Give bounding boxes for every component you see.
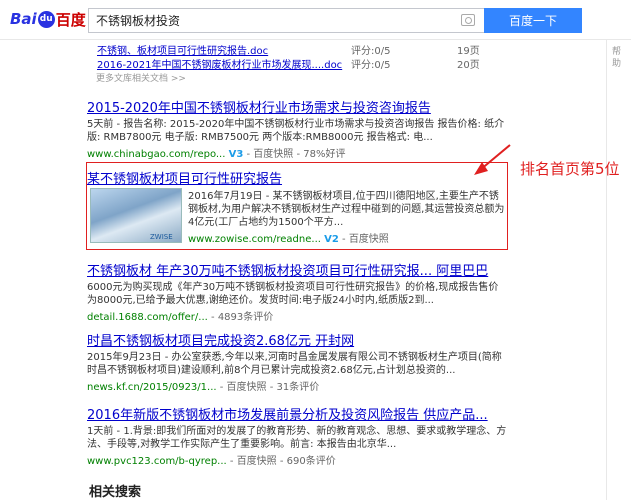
rank-annotation: 排名首页第5位: [520, 160, 620, 178]
separator: -: [279, 456, 284, 467]
result-url[interactable]: www.pvc123.com/b-qyrep...: [87, 456, 227, 467]
cache-link[interactable]: 百度快照: [237, 456, 277, 467]
result-url-line: detail.1688.com/offer/... - 4893条评价: [87, 308, 507, 323]
result-url[interactable]: detail.1688.com/offer/...: [87, 312, 208, 323]
camera-icon[interactable]: [461, 14, 475, 26]
result-url[interactable]: www.zowise.com/readne...: [188, 234, 321, 245]
separator: -: [342, 234, 346, 245]
result-title-link[interactable]: 不锈钢板材 年产30万吨不锈钢板材投资项目可行性研究报... 阿里巴巴: [87, 260, 507, 279]
separator: -: [296, 149, 301, 160]
result-title-link[interactable]: 2016年新版不锈钢板材市场发展前景分析及投资风险报告 供应产品...: [87, 404, 507, 423]
result-abstract: 2016年7月19日 - 某不锈钢板材项目,位于四川德阳地区,主要生产不锈钢板材…: [188, 191, 505, 228]
logo-text-bai: Bai: [10, 10, 37, 28]
annotation-arrow-icon: [474, 144, 511, 175]
search-button[interactable]: 百度一下: [484, 8, 582, 33]
doc-pages: 20页: [457, 60, 480, 71]
logo-paw-text: du: [39, 13, 53, 24]
result-abstract: 1天前 - 1.背景:即我们所面对的发展了的教育形势、新的教育观念、思想、要求或…: [87, 426, 507, 450]
rating-link[interactable]: 31条评价: [277, 382, 320, 393]
result-url-line: news.kf.cn/2015/0923/1... - 百度快照 - 31条评价: [87, 378, 507, 393]
thumbnail-watermark: ZWISE: [150, 233, 173, 241]
baidu-logo[interactable]: Bai du 百度: [10, 6, 86, 32]
doc-row: 不锈钢、板材项目可行性研究报告.doc 评分:0/5 19页: [89, 42, 509, 57]
result-abstract: 5天前 - 报告名称: 2015-2020年中国不锈钢板材行业市场需求与投资咨询…: [87, 119, 505, 143]
result-title-link[interactable]: 时昌不锈钢板材项目完成投资2.68亿元 开封网: [87, 330, 507, 349]
result-title-link[interactable]: 某不锈钢板材项目可行性研究报告: [87, 168, 507, 187]
rating-link[interactable]: 78%好评: [303, 149, 345, 160]
result-title-link[interactable]: 2015-2020年中国不锈钢板材行业市场需求与投资咨询报告: [87, 97, 507, 116]
result-url-line: www.chinabgao.com/repo... V3 - 百度快照 - 78…: [87, 145, 507, 160]
result-url[interactable]: news.kf.cn/2015/0923/1...: [87, 382, 217, 393]
doc-title-link[interactable]: 不锈钢、板材项目可行性研究报告.doc: [97, 42, 268, 57]
doc-score: 评分:0/5: [351, 46, 391, 57]
wenku-docs: 不锈钢、板材项目可行性研究报告.doc 评分:0/5 19页 2016-2021…: [89, 42, 509, 71]
separator: -: [211, 312, 215, 323]
cache-link[interactable]: 百度快照: [253, 149, 293, 160]
doc-title-link[interactable]: 2016-2021年中国不锈钢废板材行业市场发展现....doc: [97, 56, 342, 71]
rating-link[interactable]: 690条评价: [287, 456, 336, 467]
verified-badge: V2: [324, 234, 339, 245]
more-docs-link[interactable]: 更多文库相关文档 >>: [96, 71, 186, 84]
search-result-highlighted: 某不锈钢板材项目可行性研究报告: [87, 168, 507, 187]
verified-badge: V3: [228, 149, 244, 160]
separator: -: [219, 382, 224, 393]
search-result: 2016年新版不锈钢板材市场发展前景分析及投资风险报告 供应产品... 1天前 …: [87, 404, 507, 467]
result-url-line: www.zowise.com/readne... V2 - 百度快照: [188, 230, 506, 245]
rating-link[interactable]: 4893条评价: [218, 312, 273, 323]
help-link-2[interactable]: 助: [612, 56, 621, 69]
doc-pages: 19页: [457, 46, 480, 57]
separator: -: [269, 382, 274, 393]
search-result: 2015-2020年中国不锈钢板材行业市场需求与投资咨询报告 5天前 - 报告名…: [87, 97, 507, 160]
separator: -: [246, 149, 251, 160]
separator: -: [229, 456, 234, 467]
search-result: 不锈钢板材 年产30万吨不锈钢板材投资项目可行性研究报... 阿里巴巴 6000…: [87, 260, 507, 323]
cache-link[interactable]: 百度快照: [349, 234, 389, 245]
search-box: [88, 8, 484, 33]
related-searches-heading: 相关搜索: [89, 485, 142, 500]
cache-link[interactable]: 百度快照: [227, 382, 267, 393]
doc-row: 2016-2021年中国不锈钢废板材行业市场发展现....doc 评分:0/5 …: [89, 56, 509, 71]
result-url-line: www.pvc123.com/b-qyrep... - 百度快照 - 690条评…: [87, 452, 507, 467]
paw-icon: du: [37, 10, 55, 28]
result-abstract: 2015年9月23日 - 办公室获悉,今年以来,河南时昌金属发展有限公司不锈钢板…: [87, 352, 502, 376]
doc-score: 评分:0/5: [351, 60, 391, 71]
search-header: Bai du 百度 百度一下: [0, 0, 631, 40]
result-body: 2016年7月19日 - 某不锈钢板材项目,位于四川德阳地区,主要生产不锈钢板材…: [188, 188, 506, 245]
search-input[interactable]: [89, 9, 449, 32]
result-abstract: 6000元为购买现成《年产30万吨不锈钢板材投资项目可行性研究报告》的价格,现成…: [87, 282, 499, 306]
logo-text-du: 百度: [55, 10, 86, 29]
search-result: 时昌不锈钢板材项目完成投资2.68亿元 开封网 2015年9月23日 - 办公室…: [87, 330, 507, 393]
right-sidebar: [606, 40, 631, 500]
result-url[interactable]: www.chinabgao.com/repo...: [87, 149, 225, 160]
